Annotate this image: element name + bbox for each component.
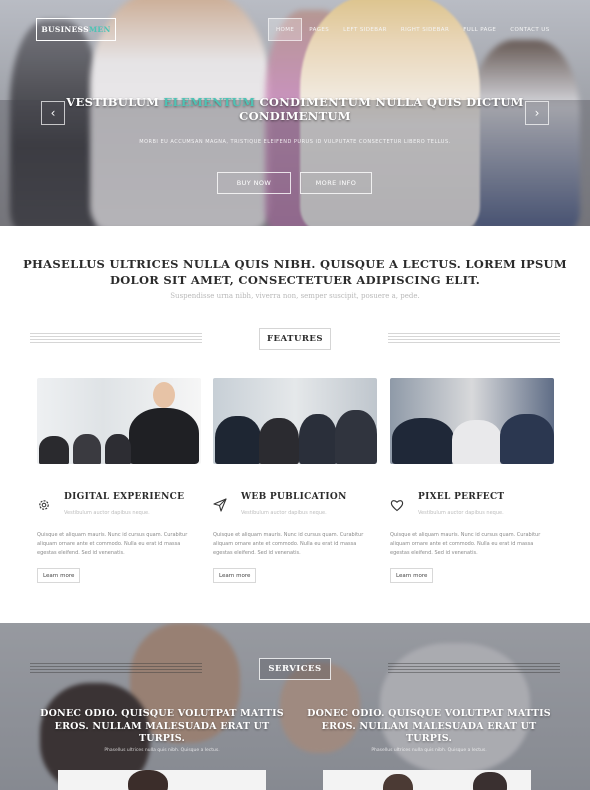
feature-body: Quisque et aliquam mauris. Nunc id cursu… bbox=[37, 532, 188, 556]
hero-title-part: VESTIBULUM bbox=[66, 95, 164, 109]
feature-photo bbox=[37, 378, 201, 464]
person-figure bbox=[500, 414, 554, 464]
section-divider bbox=[30, 333, 202, 345]
person-figure bbox=[299, 414, 337, 464]
nav-item-home[interactable]: HOME bbox=[268, 18, 303, 41]
person-figure bbox=[335, 410, 377, 464]
service-subtitle: Phasellus ultrices nulla quis nibh. Quis… bbox=[371, 748, 487, 753]
feature-title: WEB PUBLICATION bbox=[241, 492, 347, 502]
learn-more-button[interactable]: Learn more bbox=[390, 568, 434, 583]
logo-text: BUSINESS bbox=[41, 25, 89, 34]
feature-subtitle: Vestibulum auctor dapibus neque. bbox=[418, 510, 504, 516]
learn-more-button[interactable]: Learn more bbox=[213, 568, 257, 583]
intro-title: PHASELLUS ULTRICES NULLA QUIS NIBH. QUIS… bbox=[23, 257, 567, 287]
feature-photo bbox=[213, 378, 377, 464]
person-figure bbox=[39, 436, 69, 464]
section-divider bbox=[388, 663, 560, 675]
section-divider bbox=[388, 333, 560, 345]
heart-icon bbox=[390, 497, 404, 512]
hero-title-part: CONDIMENTUM NULLA QUIS DICTUM CONDIMENTU… bbox=[239, 95, 524, 123]
nav-item-pages[interactable]: PAGES bbox=[302, 18, 336, 41]
feature-body: Quisque et aliquam mauris. Nunc id cursu… bbox=[213, 532, 364, 556]
more-info-button[interactable]: MORE INFO bbox=[300, 172, 372, 194]
feature-subtitle: Vestibulum auctor dapibus neque. bbox=[64, 510, 150, 516]
service-card-image bbox=[58, 770, 266, 790]
chevron-right-icon: › bbox=[534, 106, 540, 120]
buy-now-button[interactable]: BUY NOW bbox=[217, 172, 291, 194]
features-heading: FEATURES bbox=[259, 328, 331, 350]
nav-item-contact-us[interactable]: CONTACT US bbox=[503, 18, 556, 41]
site-logo[interactable]: BUSINESS MEN bbox=[36, 18, 116, 41]
nav-item-full-page[interactable]: FULL PAGE bbox=[456, 18, 503, 41]
service-subtitle: Phasellus ultrices nulla quis nibh. Quis… bbox=[104, 748, 220, 753]
nav-item-left-sidebar[interactable]: LEFT SIDEBAR bbox=[336, 18, 394, 41]
feature-body: Quisque et aliquam mauris. Nunc id cursu… bbox=[390, 532, 541, 556]
chevron-left-icon: ‹ bbox=[50, 106, 56, 120]
service-title: DONEC ODIO. QUISQUE VOLUTPAT MATTIS EROS… bbox=[307, 708, 551, 744]
person-figure bbox=[383, 774, 413, 790]
services-heading: SERVICES bbox=[259, 658, 331, 680]
hero-title: VESTIBULUM ELEMENTUM CONDIMENTUM NULLA Q… bbox=[60, 95, 530, 123]
feature-subtitle: Vestibulum auctor dapibus neque. bbox=[241, 510, 327, 516]
person-figure bbox=[129, 408, 199, 464]
section-divider bbox=[30, 663, 202, 675]
person-figure bbox=[215, 416, 261, 464]
person-figure bbox=[473, 772, 507, 790]
person-head bbox=[153, 382, 175, 408]
logo-accent-text: MEN bbox=[88, 25, 111, 34]
paper-plane-icon bbox=[213, 497, 227, 512]
feature-title: PIXEL PERFECT bbox=[418, 492, 505, 502]
person-figure bbox=[105, 434, 131, 464]
service-title: DONEC ODIO. QUISQUE VOLUTPAT MATTIS EROS… bbox=[40, 708, 284, 744]
hero-title-accent: ELEMENTUM bbox=[163, 95, 256, 109]
person-figure bbox=[392, 418, 454, 464]
intro-subtitle: Suspendisse urna nibh, viverra non, semp… bbox=[170, 292, 420, 300]
services-section bbox=[0, 623, 590, 790]
person-figure bbox=[73, 434, 101, 464]
feature-photo bbox=[390, 378, 554, 464]
gear-icon bbox=[37, 497, 51, 511]
nav-item-right-sidebar[interactable]: RIGHT SIDEBAR bbox=[394, 18, 456, 41]
slider-prev-button[interactable]: ‹ bbox=[41, 101, 65, 125]
hero-subtitle: MORBI EU ACCUMSAN MAGNA, TRISTIQUE ELEIF… bbox=[139, 139, 451, 145]
person-figure bbox=[452, 420, 502, 464]
feature-title: DIGITAL EXPERIENCE bbox=[64, 492, 185, 502]
learn-more-button[interactable]: Learn more bbox=[37, 568, 81, 583]
person-figure bbox=[259, 418, 299, 464]
slider-next-button[interactable]: › bbox=[525, 101, 549, 125]
main-nav: HOME PAGES LEFT SIDEBAR RIGHT SIDEBAR FU… bbox=[268, 18, 557, 41]
person-figure bbox=[128, 770, 168, 790]
services-overlay bbox=[0, 623, 590, 790]
service-card-image bbox=[323, 770, 531, 790]
